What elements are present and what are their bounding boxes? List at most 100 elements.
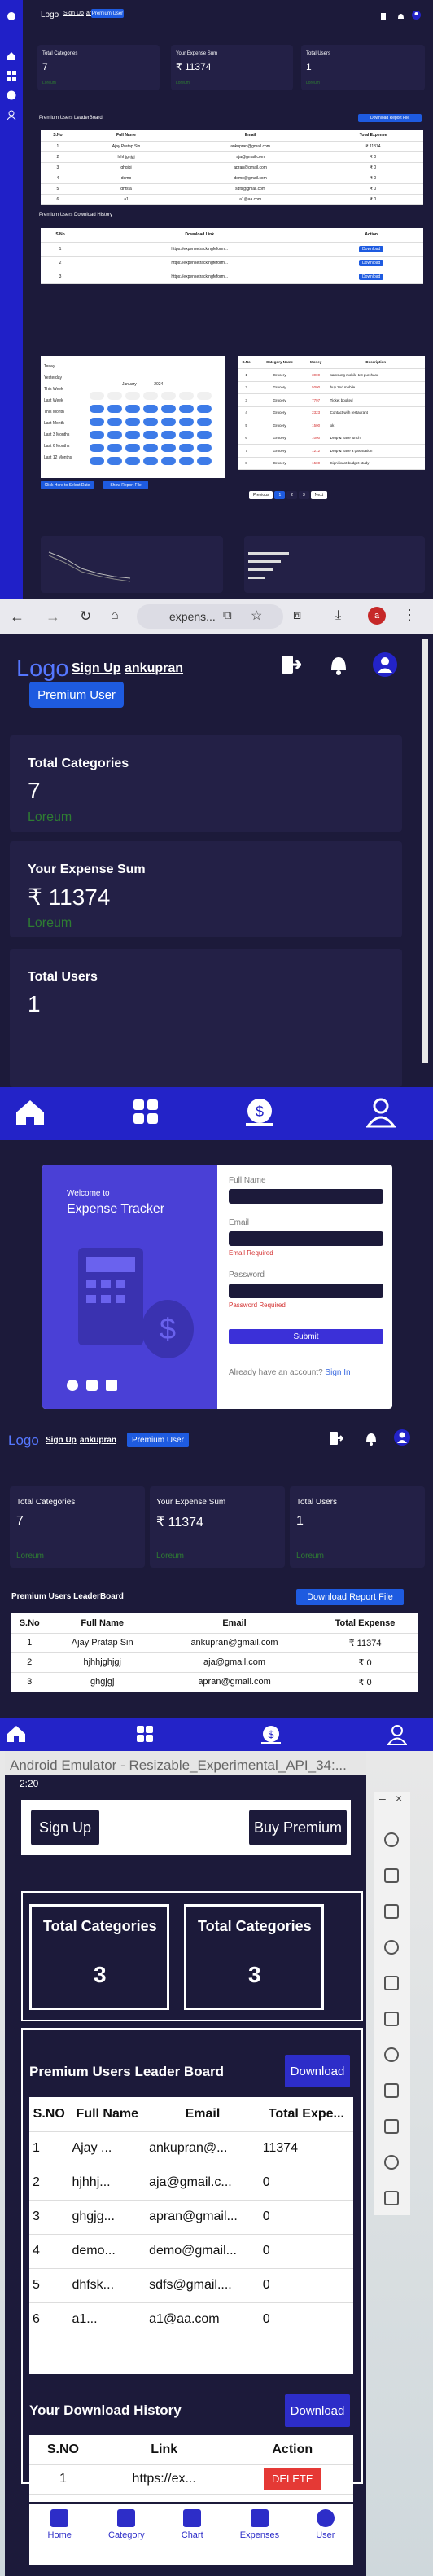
calendar-day[interactable]: [179, 392, 194, 400]
date-range-option[interactable]: This Month: [44, 406, 77, 418]
date-range-option[interactable]: Last 6 Months: [44, 441, 77, 452]
calendar-day[interactable]: [125, 444, 140, 452]
minimize-icon[interactable]: –: [379, 1792, 386, 1805]
download-icon[interactable]: ⤓: [335, 608, 341, 623]
calendar-day[interactable]: [107, 405, 122, 413]
page-button[interactable]: 3: [299, 491, 309, 499]
tab-chart[interactable]: Chart: [182, 2509, 203, 2540]
calendar-day[interactable]: [125, 418, 140, 426]
logout-icon[interactable]: [280, 654, 303, 679]
signup-link[interactable]: Sign Up: [46, 1436, 77, 1445]
tab-home[interactable]: Home: [48, 2509, 72, 2540]
home-icon[interactable]: [7, 50, 16, 60]
reload-icon[interactable]: ↻: [80, 608, 91, 625]
overview-icon[interactable]: [384, 2155, 399, 2170]
power-icon[interactable]: [384, 1832, 399, 1847]
profile-icon[interactable]: a: [368, 607, 386, 625]
calendar-day[interactable]: [107, 431, 122, 439]
date-range-option[interactable]: Last 3 Months: [44, 429, 77, 441]
rotate-left-icon[interactable]: [384, 1940, 399, 1955]
download-button[interactable]: Download: [359, 273, 384, 280]
calendar-day[interactable]: [107, 457, 122, 465]
avatar[interactable]: [412, 9, 421, 24]
user-icon[interactable]: [365, 1097, 396, 1132]
money-icon[interactable]: $: [260, 1724, 282, 1749]
password-input[interactable]: [229, 1284, 383, 1298]
rotate-right-icon[interactable]: [384, 1976, 399, 1990]
download-report-button[interactable]: Download Report File: [358, 114, 422, 122]
signup-link[interactable]: Sign Up: [72, 661, 120, 676]
date-range-option[interactable]: Last Month: [44, 418, 77, 429]
money-icon[interactable]: $: [244, 1097, 275, 1132]
cell-link[interactable]: https://ex...: [96, 2464, 232, 2495]
back-icon[interactable]: [384, 2083, 399, 2098]
avatar[interactable]: [394, 1429, 410, 1450]
buy-premium-button[interactable]: Buy Premium: [249, 1810, 347, 1845]
bell-icon[interactable]: [397, 10, 405, 24]
more-icon[interactable]: [384, 2191, 399, 2205]
calendar-day[interactable]: [143, 392, 158, 400]
menu-icon[interactable]: ⋮: [402, 607, 417, 624]
grid-icon[interactable]: [137, 1726, 153, 1746]
calendar-day[interactable]: [161, 405, 176, 413]
calendar-day[interactable]: [179, 431, 194, 439]
submit-button[interactable]: Submit: [229, 1329, 383, 1344]
tab-expenses[interactable]: Expenses: [240, 2509, 279, 2540]
tab-user[interactable]: User: [316, 2509, 335, 2540]
download-button[interactable]: Download: [359, 259, 384, 266]
open-external-icon[interactable]: ⧉: [223, 608, 232, 622]
back-icon[interactable]: ←: [10, 608, 24, 625]
date-range-option[interactable]: This Week: [44, 384, 77, 395]
show-report-button[interactable]: Show Report File: [103, 481, 148, 489]
logout-icon[interactable]: [329, 1431, 344, 1450]
calendar-day[interactable]: [90, 392, 104, 400]
full-name-input[interactable]: [229, 1189, 383, 1204]
star-icon[interactable]: ☆: [251, 608, 262, 624]
facebook-icon[interactable]: [67, 1380, 78, 1391]
home-icon[interactable]: [384, 2119, 399, 2134]
calendar-day[interactable]: [179, 405, 194, 413]
history-download-button[interactable]: Download: [285, 2394, 350, 2427]
calendar-day[interactable]: [90, 444, 104, 452]
calendar-day[interactable]: [197, 444, 212, 452]
volume-down-icon[interactable]: [384, 1904, 399, 1919]
calendar-day[interactable]: [179, 418, 194, 426]
tab-category[interactable]: Category: [108, 2509, 145, 2540]
calendar-day[interactable]: [107, 444, 122, 452]
camera-icon[interactable]: [384, 2047, 399, 2062]
signup-button[interactable]: Sign Up: [31, 1810, 99, 1845]
home-icon[interactable]: ⌂: [111, 608, 119, 623]
calendar-day[interactable]: [197, 457, 212, 465]
phone-icon[interactable]: [384, 2012, 399, 2026]
calendar-day[interactable]: [107, 418, 122, 426]
calendar-day[interactable]: [143, 405, 158, 413]
date-range-option[interactable]: Yesterday: [44, 372, 77, 384]
calendar-day[interactable]: [143, 444, 158, 452]
money-icon[interactable]: [7, 90, 16, 100]
calendar-day[interactable]: [197, 405, 212, 413]
date-range-option[interactable]: Last 12 Months: [44, 452, 77, 463]
address-bar[interactable]: expens... ⧉ ☆: [137, 604, 283, 629]
signup-link[interactable]: Sign Up: [63, 11, 84, 16]
date-range-option[interactable]: Last Week: [44, 395, 77, 406]
calendar-day[interactable]: [125, 405, 140, 413]
calendar-day[interactable]: [179, 457, 194, 465]
calendar-day[interactable]: [143, 431, 158, 439]
date-range-picker[interactable]: Today Yesterday This Week Last Week This Mon…: [41, 356, 225, 478]
avatar[interactable]: [373, 652, 397, 681]
download-button[interactable]: Download: [285, 2055, 350, 2087]
calendar-day[interactable]: [197, 418, 212, 426]
calendar-day[interactable]: [125, 457, 140, 465]
calendar-day[interactable]: [179, 444, 194, 452]
user-icon[interactable]: [7, 109, 16, 121]
calendar-day[interactable]: [143, 457, 158, 465]
grid-icon[interactable]: [7, 70, 16, 81]
user-link[interactable]: ankupran: [80, 1436, 116, 1445]
calendar-day[interactable]: [161, 418, 176, 426]
calendar-day[interactable]: [107, 392, 122, 400]
calendar-day[interactable]: [161, 457, 176, 465]
bell-icon[interactable]: [365, 1431, 378, 1450]
calendar-day[interactable]: [161, 431, 176, 439]
extensions-icon[interactable]: ⧈: [293, 608, 301, 623]
calendar-day[interactable]: [197, 431, 212, 439]
